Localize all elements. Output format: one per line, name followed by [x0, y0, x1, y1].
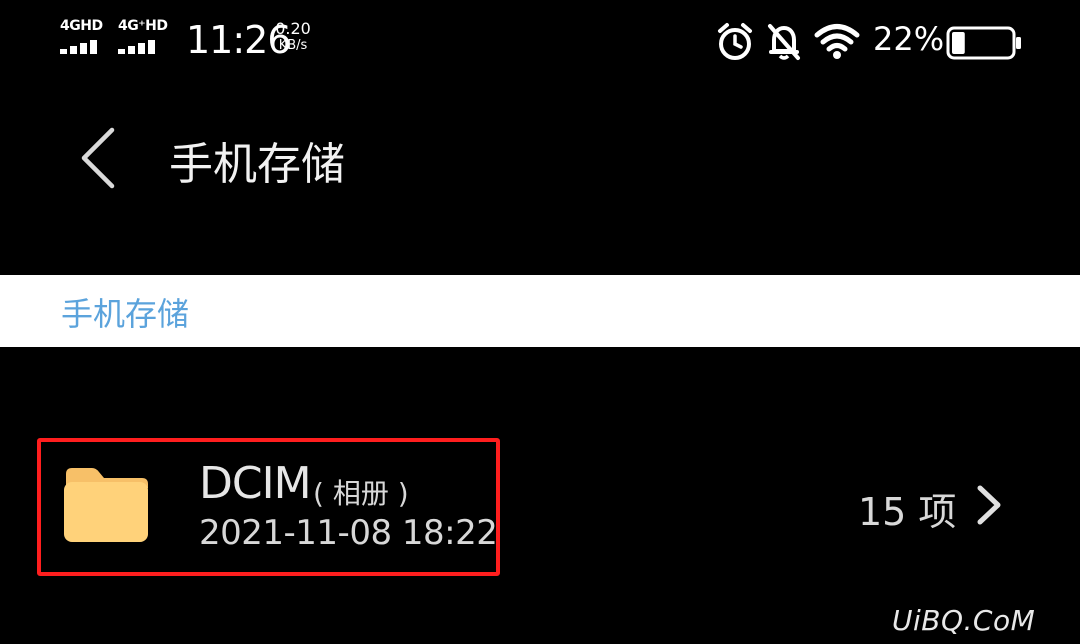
network-type-label: 4GHD: [60, 18, 103, 34]
back-chevron-icon[interactable]: [76, 126, 120, 190]
battery-percent: 22%: [873, 20, 945, 58]
watermark: UiBQ.CoM: [892, 604, 1036, 637]
mute-bell-icon: [768, 24, 800, 60]
signal-bars-icon: [118, 40, 166, 54]
folder-modified-date: 2021-11-08 18:22: [199, 513, 498, 553]
signal-sim1: 4GHD: [60, 18, 108, 58]
breadcrumb-item-phone-storage[interactable]: 手机存储: [61, 289, 189, 335]
folder-icon: [64, 468, 148, 542]
battery-icon: [946, 26, 1021, 60]
chevron-right-icon[interactable]: [974, 484, 1004, 526]
signal-sim2: 4G⁺HD: [118, 18, 168, 58]
alarm-icon: [718, 23, 752, 60]
folder-name: DCIM: [199, 458, 312, 509]
network-speed: 0.20 KB/s: [271, 20, 315, 54]
folder-item-count: 15 项: [858, 490, 957, 534]
signal-bars-icon: [60, 40, 108, 54]
folder-tag: ( 相册 ): [313, 477, 409, 510]
status-bar: 4GHD 4G⁺HD 11:26 0.20 KB/s 22%: [0, 0, 1080, 84]
wifi-icon: [814, 24, 860, 59]
speed-value: 0.20: [275, 19, 311, 38]
page-title: 手机存储: [169, 139, 345, 190]
breadcrumb: 手机存储: [0, 275, 1080, 347]
speed-unit: KB/s: [278, 38, 308, 53]
network-type-label: 4G⁺HD: [118, 18, 168, 34]
